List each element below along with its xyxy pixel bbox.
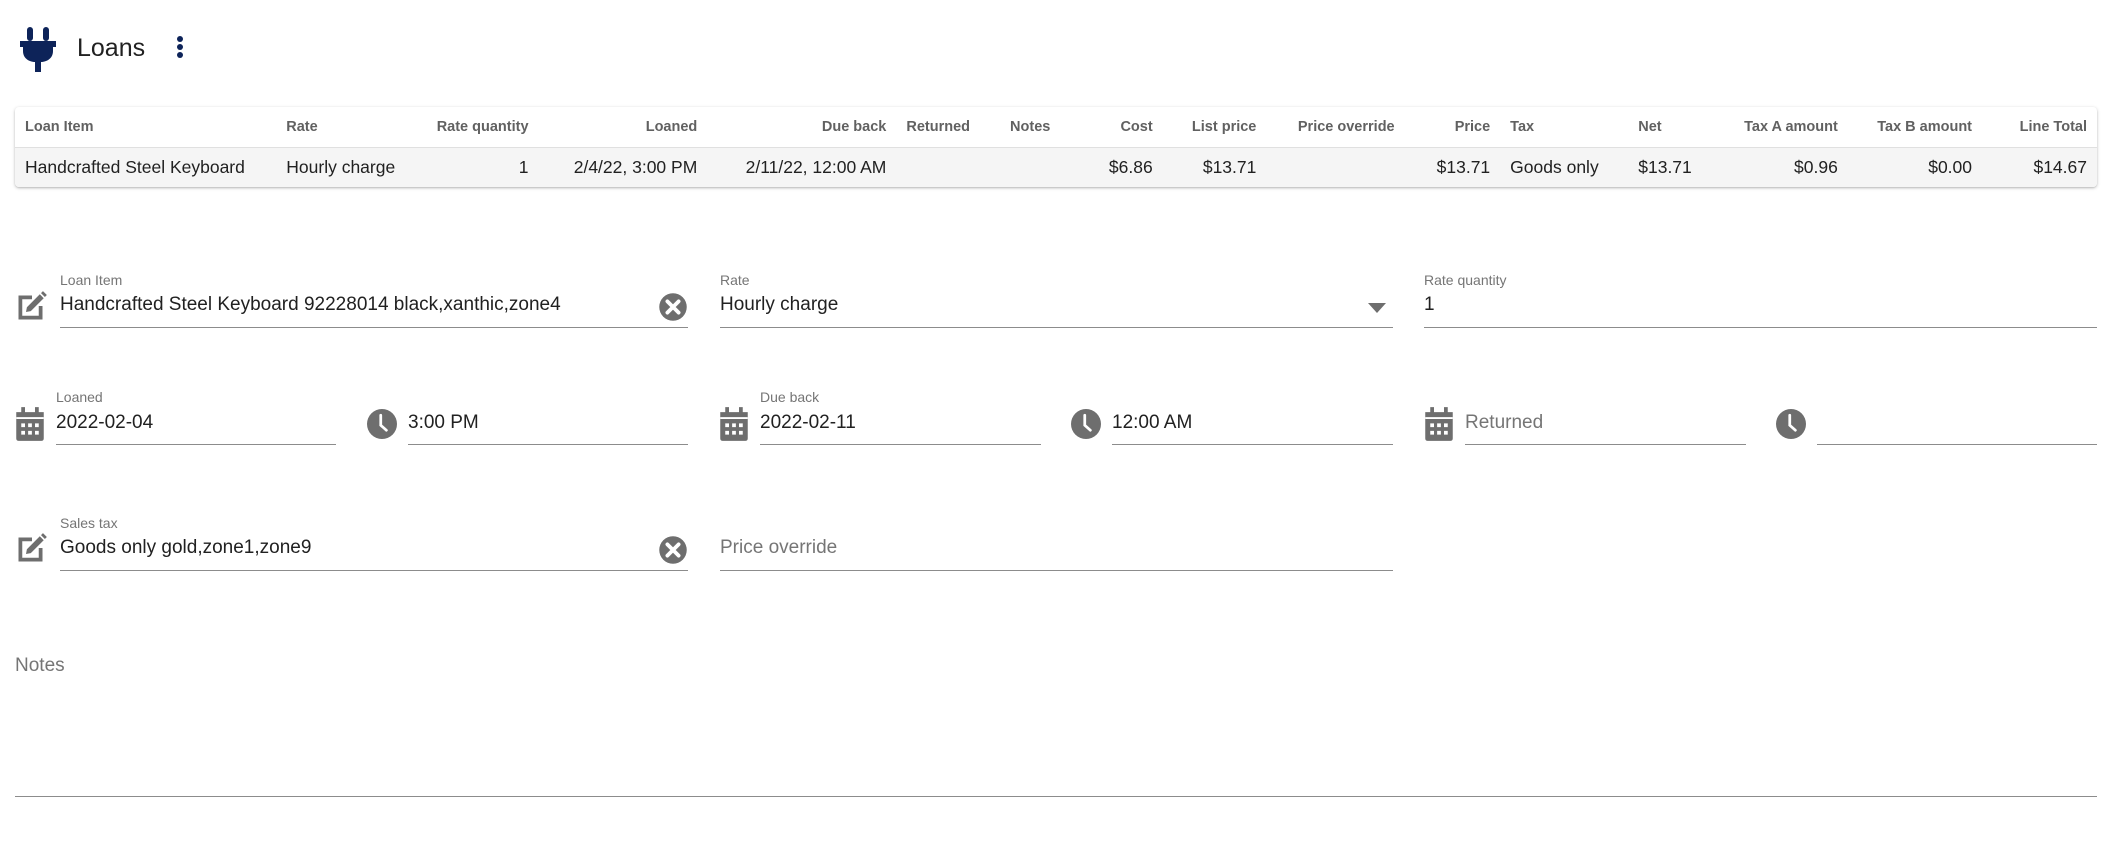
loaned-date-field[interactable]: Loaned 2022-02-04 xyxy=(56,389,336,449)
clock-icon[interactable] xyxy=(367,409,397,439)
table-row[interactable]: Handcrafted Steel Keyboard Hourly charge… xyxy=(15,147,2097,187)
due-back-date-underline xyxy=(760,444,1041,445)
loaned-time-input[interactable]: 3:00 PM xyxy=(408,412,479,434)
column-header-loan-item[interactable]: Loan Item xyxy=(15,107,277,148)
price-override-underline xyxy=(720,570,1393,571)
column-header-tax-a-amount[interactable]: Tax A amount xyxy=(1711,107,1848,148)
clear-icon[interactable] xyxy=(658,535,688,565)
loan-item-label: Loan Item xyxy=(60,272,123,288)
due-back-time-input[interactable]: 12:00 AM xyxy=(1112,412,1192,434)
clock-icon[interactable] xyxy=(1071,409,1101,439)
column-header-due-back[interactable]: Due back xyxy=(707,107,897,148)
cell-list-price: $13.71 xyxy=(1162,147,1267,187)
column-header-tax-b-amount[interactable]: Tax B amount xyxy=(1847,107,1983,148)
column-header-rate[interactable]: Rate xyxy=(276,107,397,148)
returned-time-field[interactable] xyxy=(1817,389,2097,449)
plug-icon xyxy=(20,27,56,72)
loan-item-input[interactable]: Handcrafted Steel Keyboard 92228014 blac… xyxy=(60,294,561,316)
cell-net: $13.71 xyxy=(1628,147,1712,187)
notes-textarea[interactable]: Notes xyxy=(15,655,2097,800)
cell-tax: Goods only xyxy=(1500,147,1629,187)
price-override-placeholder[interactable]: Price override xyxy=(720,537,837,559)
column-header-price-override[interactable]: Price override xyxy=(1266,107,1405,148)
column-header-returned[interactable]: Returned xyxy=(896,107,1001,148)
rate-select[interactable]: Rate Hourly charge xyxy=(720,272,1393,332)
returned-date-placeholder[interactable]: Returned xyxy=(1465,412,1543,434)
cell-rate: Hourly charge xyxy=(276,147,397,187)
edit-icon[interactable] xyxy=(14,530,50,566)
column-header-list-price[interactable]: List price xyxy=(1162,107,1267,148)
loan-item-underline xyxy=(60,327,688,328)
cell-loan-item: Handcrafted Steel Keyboard xyxy=(15,147,277,187)
column-header-rate-quantity[interactable]: Rate quantity xyxy=(396,107,539,148)
rate-underline xyxy=(720,327,1393,328)
column-header-line-total[interactable]: Line Total xyxy=(1982,107,2097,148)
column-header-loaned[interactable]: Loaned xyxy=(538,107,708,148)
returned-time-underline xyxy=(1817,444,2097,445)
clear-icon[interactable] xyxy=(658,292,688,322)
rate-quantity-field[interactable]: Rate quantity 1 xyxy=(1424,272,2097,332)
cell-due-back: 2/11/22, 12:00 AM xyxy=(707,147,897,187)
cell-notes xyxy=(1000,147,1077,187)
column-header-net[interactable]: Net xyxy=(1628,107,1712,148)
returned-date-underline xyxy=(1465,444,1746,445)
cell-line-total: $14.67 xyxy=(1982,147,2097,187)
loaned-time-underline xyxy=(408,444,688,445)
column-header-notes[interactable]: Notes xyxy=(1000,107,1077,148)
due-back-time-underline xyxy=(1112,444,1393,445)
rate-quantity-input[interactable]: 1 xyxy=(1424,294,1435,316)
notes-placeholder[interactable]: Notes xyxy=(15,655,65,677)
column-header-tax[interactable]: Tax xyxy=(1500,107,1629,148)
rate-value[interactable]: Hourly charge xyxy=(720,294,838,316)
sales-tax-label: Sales tax xyxy=(60,515,118,531)
price-override-field[interactable]: Price override xyxy=(720,515,1393,575)
cell-tax-a-amount: $0.96 xyxy=(1711,147,1848,187)
sales-tax-input[interactable]: Goods only gold,zone1,zone9 xyxy=(60,537,311,559)
dropdown-arrow-icon[interactable] xyxy=(1367,302,1387,314)
cell-cost: $6.86 xyxy=(1076,147,1163,187)
rate-quantity-underline xyxy=(1424,327,2097,328)
due-back-date-field[interactable]: Due back 2022-02-11 xyxy=(760,389,1041,449)
loan-item-field[interactable]: Loan Item Handcrafted Steel Keyboard 922… xyxy=(60,272,688,332)
sales-tax-underline xyxy=(60,570,688,571)
cell-loaned: 2/4/22, 3:00 PM xyxy=(538,147,708,187)
calendar-icon[interactable] xyxy=(15,407,45,441)
rate-quantity-label: Rate quantity xyxy=(1424,272,1507,288)
more-vert-icon[interactable] xyxy=(170,34,190,62)
calendar-icon[interactable] xyxy=(1424,407,1454,441)
due-back-date-input[interactable]: 2022-02-11 xyxy=(760,412,856,434)
rate-label: Rate xyxy=(720,272,750,288)
notes-underline xyxy=(15,796,2097,797)
column-header-cost[interactable]: Cost xyxy=(1076,107,1163,148)
loaned-date-input[interactable]: 2022-02-04 xyxy=(56,412,153,434)
sales-tax-field[interactable]: Sales tax Goods only gold,zone1,zone9 xyxy=(60,515,688,575)
due-back-label: Due back xyxy=(760,389,820,405)
due-back-time-field[interactable]: 12:00 AM xyxy=(1112,389,1393,449)
cell-price-override xyxy=(1266,147,1405,187)
cell-price: $13.71 xyxy=(1404,147,1501,187)
loaned-time-field[interactable]: 3:00 PM xyxy=(408,389,688,449)
loans-table: Loan Item Rate Rate quantity Loaned Due … xyxy=(15,107,2097,187)
edit-icon[interactable] xyxy=(14,288,50,324)
clock-icon[interactable] xyxy=(1776,409,1806,439)
loaned-label: Loaned xyxy=(56,389,103,405)
cell-returned xyxy=(896,147,1001,187)
column-header-price[interactable]: Price xyxy=(1404,107,1501,148)
returned-date-field[interactable]: Returned xyxy=(1465,389,1746,449)
cell-tax-b-amount: $0.00 xyxy=(1847,147,1983,187)
table-header-row: Loan Item Rate Rate quantity Loaned Due … xyxy=(15,107,2097,148)
page-title: Loans xyxy=(77,34,146,62)
loaned-date-underline xyxy=(56,444,336,445)
cell-rate-quantity: 1 xyxy=(396,147,539,187)
calendar-icon[interactable] xyxy=(719,407,749,441)
